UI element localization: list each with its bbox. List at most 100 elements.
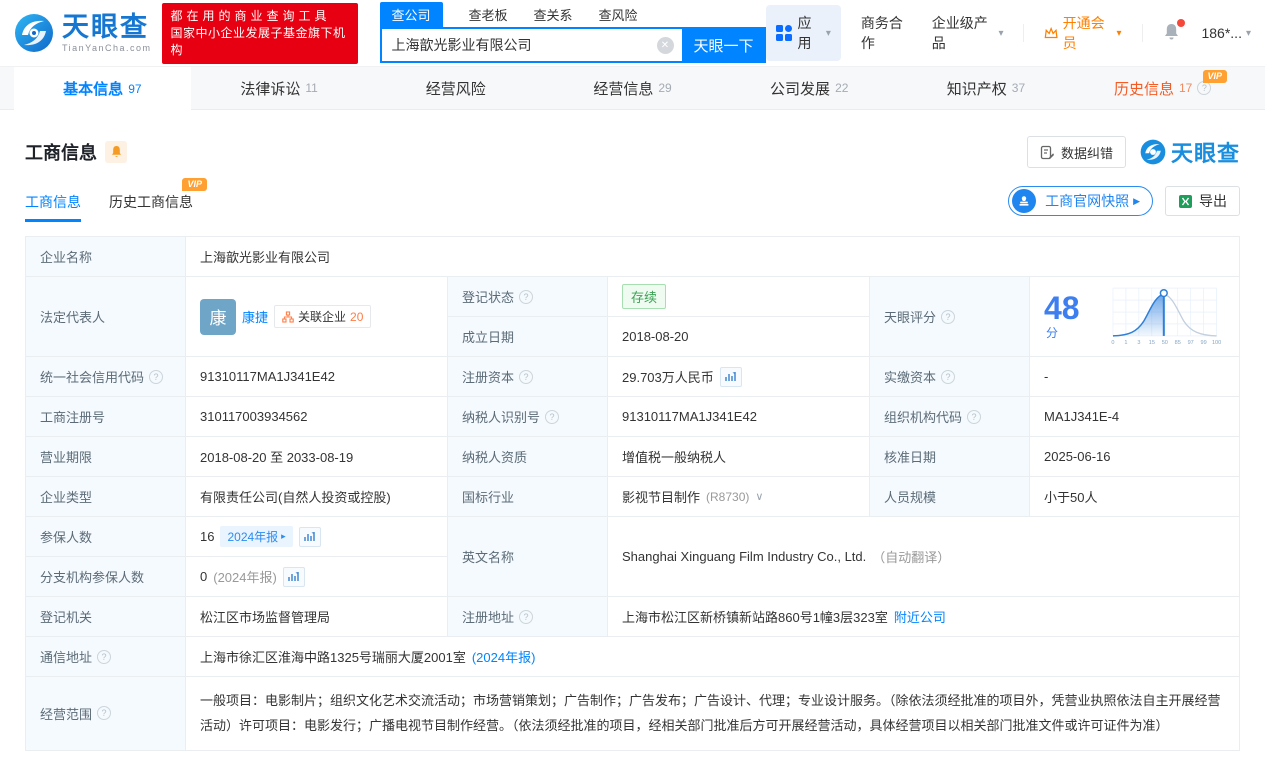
score-value: 48: [1044, 290, 1080, 326]
trend-chart-icon[interactable]: [720, 367, 742, 387]
search-area: 查公司 查老板 查关系 查风险 ✕ 天眼一下: [380, 3, 766, 63]
notification-dot: [1177, 19, 1185, 27]
score-unit: 分: [1046, 326, 1058, 340]
tab-company-development[interactable]: 公司发展 22: [721, 67, 898, 109]
svg-text:97: 97: [1188, 339, 1194, 345]
help-icon[interactable]: ?: [1197, 81, 1211, 95]
field-label: 人员规模: [870, 477, 1030, 516]
help-icon[interactable]: ?: [97, 706, 111, 720]
tianyan-score-cell[interactable]: 48分: [1030, 277, 1239, 356]
trend-chart-icon[interactable]: [283, 567, 305, 587]
nav-enterprise-label: 企业级产品: [932, 13, 995, 53]
search-tab-boss[interactable]: 查老板: [469, 2, 508, 27]
help-icon[interactable]: ?: [941, 310, 955, 324]
tab-history-info[interactable]: VIP 历史信息 17 ?: [1074, 67, 1251, 109]
search-tab-company[interactable]: 查公司: [380, 2, 443, 27]
tianyancha-logo[interactable]: 天眼查 TianYanCha.com: [14, 13, 152, 53]
nav-open-vip[interactable]: 开通会员 ▾: [1044, 13, 1121, 53]
official-snapshot-button[interactable]: 工商官网快照 ▶: [1008, 186, 1153, 216]
nav-enterprise-products[interactable]: 企业级产品 ▾: [932, 13, 1004, 53]
help-icon[interactable]: ?: [149, 370, 163, 384]
english-name-value: Shanghai Xinguang Film Industry Co., Ltd…: [608, 517, 1239, 596]
apps-label: 应用: [798, 13, 820, 53]
subscribe-bell-icon[interactable]: [105, 141, 127, 163]
avatar[interactable]: 康: [200, 299, 236, 335]
search-tab-relation[interactable]: 查关系: [534, 2, 573, 27]
reg-address-value: 上海市松江区新桥镇新站路860号1幢3层323室 附近公司: [608, 597, 1239, 636]
main-content: 工商信息 数据纠错: [0, 136, 1265, 751]
help-icon[interactable]: ?: [545, 410, 559, 424]
annual-report-link[interactable]: (2024年报): [472, 647, 536, 666]
nearby-companies-link[interactable]: 附近公司: [894, 607, 946, 626]
reg-authority-value: 松江区市场监督管理局: [186, 597, 448, 636]
watermark-logo: 天眼查: [1140, 136, 1240, 168]
help-icon[interactable]: ?: [519, 610, 533, 624]
industry-value[interactable]: 影视节目制作 (R8730) ∨: [608, 477, 870, 516]
slogan-line1: 都在用的商业查询工具: [171, 8, 349, 25]
edit-doc-icon: [1040, 145, 1055, 160]
table-row: 通信地址 ? 上海市徐汇区淮海中路1325号瑞丽大厦2001室 (2024年报): [26, 637, 1239, 677]
tab-operation-info[interactable]: 经营信息 29: [544, 67, 721, 109]
search-tab-risk[interactable]: 查风险: [599, 2, 638, 27]
field-label: 统一社会信用代码 ?: [26, 357, 186, 396]
svg-text:85: 85: [1175, 339, 1181, 345]
tab-operation-risk[interactable]: 经营风险: [367, 67, 544, 109]
tab-intellectual-property[interactable]: 知识产权 37: [898, 67, 1075, 109]
legal-rep-cell: 康 康捷 关联企业 20: [186, 277, 448, 356]
annual-report-chip[interactable]: 2024年报 ▸: [220, 526, 292, 547]
chevron-down-icon: ▾: [1246, 28, 1251, 39]
top-header: 天眼查 TianYanCha.com 都在用的商业查询工具 国家中小企业发展子基…: [0, 0, 1265, 66]
help-icon[interactable]: ?: [97, 650, 111, 664]
help-icon[interactable]: ?: [967, 410, 981, 424]
data-correction-button[interactable]: 数据纠错: [1027, 136, 1126, 168]
tab-legal-litigation[interactable]: 法律诉讼 11: [191, 67, 368, 109]
chevron-down-icon: ▾: [998, 28, 1003, 39]
notifications-bell-icon[interactable]: [1162, 22, 1181, 45]
arrow-right-icon: ▶: [1133, 196, 1140, 207]
tab-basic-info[interactable]: 基本信息 97: [14, 67, 191, 110]
tab-count: 22: [835, 81, 848, 95]
tianyancha-logo-icon: [14, 13, 54, 53]
search-button[interactable]: 天眼一下: [682, 27, 766, 63]
export-button[interactable]: 导出: [1165, 186, 1240, 216]
company-type-value: 有限责任公司(自然人投资或控股): [186, 477, 448, 516]
apps-menu[interactable]: 应用 ▾: [766, 5, 841, 61]
chevron-down-icon: ▾: [826, 28, 831, 39]
staff-size-value: 小于50人: [1030, 477, 1239, 516]
tab-label: 基本信息: [63, 78, 123, 99]
tab-count: 37: [1012, 81, 1025, 95]
help-icon[interactable]: ?: [519, 370, 533, 384]
data-correction-label: 数据纠错: [1061, 143, 1113, 162]
tab-label: 法律诉讼: [240, 78, 300, 99]
crown-icon: [1044, 26, 1058, 40]
branch-insured-value: 0 (2024年报): [186, 557, 447, 596]
table-row: 工商注册号 310117003934562 纳税人识别号 ? 91310117M…: [26, 397, 1239, 437]
legal-rep-link[interactable]: 康捷: [242, 307, 268, 326]
search-input[interactable]: [380, 27, 682, 63]
slogan-line2: 国家中小企业发展子基金旗下机构: [171, 25, 349, 59]
field-label: 天眼评分 ?: [870, 277, 1030, 356]
export-label: 导出: [1199, 191, 1227, 211]
tab-label: 经营信息: [593, 78, 653, 99]
taxpayer-quality-value: 增值税一般纳税人: [608, 437, 870, 476]
snapshot-label: 工商官网快照: [1045, 191, 1129, 211]
chevron-down-icon[interactable]: ∨: [755, 490, 763, 503]
help-icon[interactable]: ?: [519, 290, 533, 304]
vip-badge: VIP: [182, 178, 207, 191]
clear-search-icon[interactable]: ✕: [657, 37, 674, 54]
subtab-business-info[interactable]: 工商信息: [25, 192, 81, 222]
tab-label: 知识产权: [947, 78, 1007, 99]
svg-text:0: 0: [1112, 339, 1115, 345]
nav-cooperation[interactable]: 商务合作: [861, 13, 912, 53]
arrow-right-icon: ▸: [281, 531, 286, 542]
help-icon[interactable]: ?: [941, 370, 955, 384]
subtab-history-business-info[interactable]: VIP 历史工商信息: [109, 192, 193, 222]
related-companies-badge[interactable]: 关联企业 20: [274, 305, 371, 328]
trend-chart-icon[interactable]: [299, 527, 321, 547]
company-name-value: 上海歆光影业有限公司: [186, 237, 1239, 276]
field-label: 分支机构参保人数: [26, 557, 186, 596]
svg-text:15: 15: [1149, 339, 1155, 345]
chevron-down-icon: ▾: [1117, 28, 1122, 39]
user-account-menu[interactable]: 186*... ▾: [1201, 25, 1251, 41]
svg-text:99: 99: [1201, 339, 1207, 345]
